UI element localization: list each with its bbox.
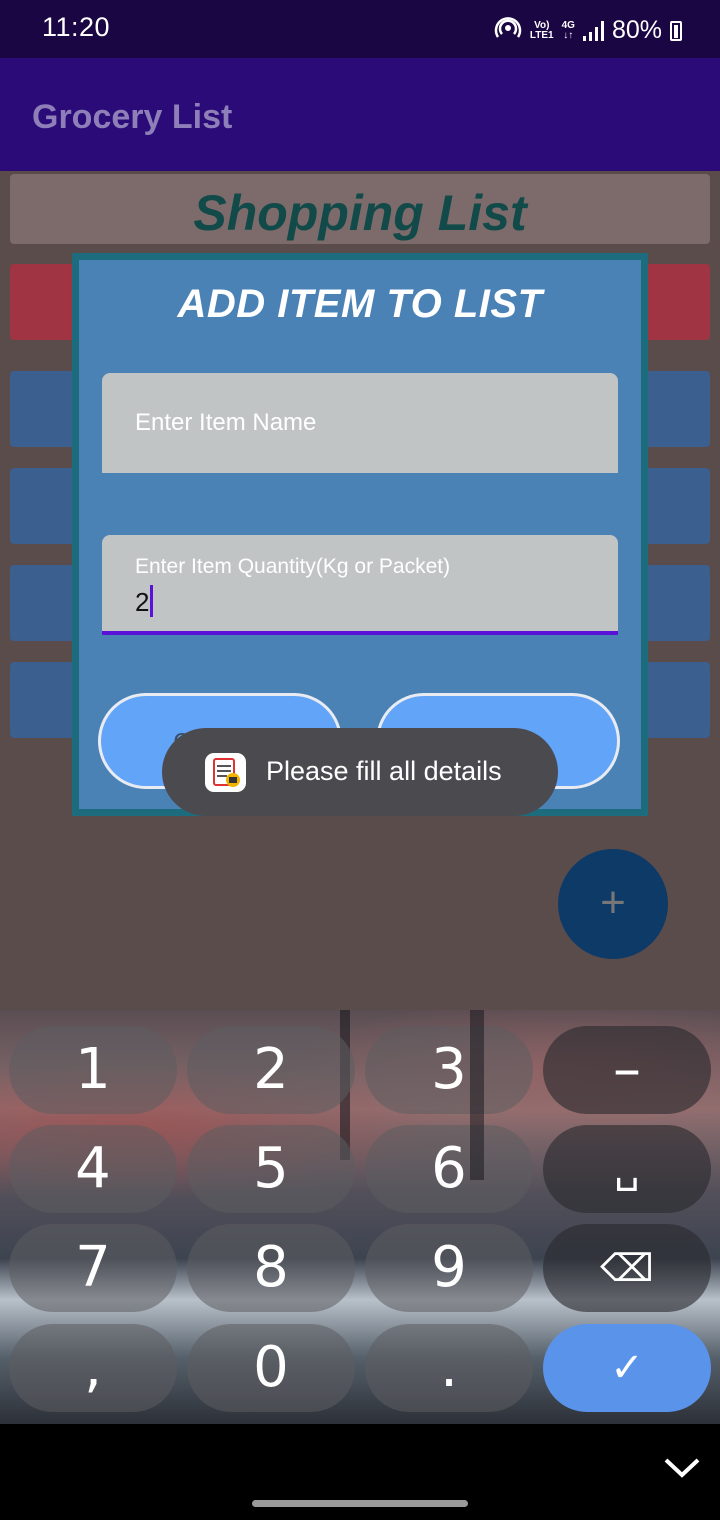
item-quantity-value-wrap: 2 (135, 585, 154, 618)
battery-percent: 80% (611, 16, 662, 44)
key-5[interactable]: 5 (187, 1125, 355, 1213)
status-bar: 11:20 Vo) LTE1 4G ↓↑ 80% (0, 0, 720, 58)
item-name-placeholder: Enter Item Name (135, 409, 317, 436)
done-key[interactable]: ✓ (543, 1324, 711, 1412)
app-icon (205, 753, 246, 792)
signal-icon (582, 20, 604, 41)
app-bar: Grocery List (0, 58, 720, 171)
battery-icon (670, 20, 682, 41)
app-title: Grocery List (32, 98, 233, 136)
key-8[interactable]: 8 (187, 1224, 355, 1312)
item-name-field[interactable]: Enter Item Name (102, 373, 618, 473)
hide-keyboard-icon[interactable] (662, 1456, 702, 1480)
navigation-bar (0, 1424, 720, 1520)
minus-key[interactable]: – (543, 1026, 711, 1114)
list-header-title: Shopping List (193, 185, 527, 241)
home-gesture-handle[interactable] (252, 1500, 468, 1507)
volte-icon: Vo) LTE1 (529, 19, 554, 41)
dialog-title: ADD ITEM TO LIST (177, 282, 543, 326)
numeric-keyboard: 1 2 3 – 4 5 6 ␣ 7 8 9 ⌫ , 0 . ✓ (0, 1010, 720, 1424)
key-0[interactable]: 0 (187, 1324, 355, 1412)
status-icons: Vo) LTE1 4G ↓↑ 80% (494, 14, 682, 47)
key-3[interactable]: 3 (365, 1026, 533, 1114)
toast-message: Please fill all details (266, 756, 502, 786)
item-quantity-field[interactable]: Enter Item Quantity(Kg or Packet) 2 (102, 535, 618, 635)
hotspot-icon (494, 14, 522, 47)
4g-icon: 4G ↓↑ (561, 19, 575, 41)
list-header-card: Shopping List (10, 174, 710, 244)
toast: Please fill all details (162, 728, 558, 816)
add-item-fab[interactable]: + (558, 849, 668, 959)
text-caret (150, 585, 154, 617)
status-time: 11:20 (42, 12, 111, 42)
key-4[interactable]: 4 (9, 1125, 177, 1213)
comma-key[interactable]: , (9, 1324, 177, 1412)
key-2[interactable]: 2 (187, 1026, 355, 1114)
item-quantity-value: 2 (135, 587, 150, 617)
key-7[interactable]: 7 (9, 1224, 177, 1312)
item-quantity-label: Enter Item Quantity(Kg or Packet) (135, 555, 451, 578)
period-key[interactable]: . (365, 1324, 533, 1412)
space-key[interactable]: ␣ (543, 1125, 711, 1213)
key-6[interactable]: 6 (365, 1125, 533, 1213)
key-1[interactable]: 1 (9, 1026, 177, 1114)
backspace-key[interactable]: ⌫ (543, 1224, 711, 1312)
key-9[interactable]: 9 (365, 1224, 533, 1312)
